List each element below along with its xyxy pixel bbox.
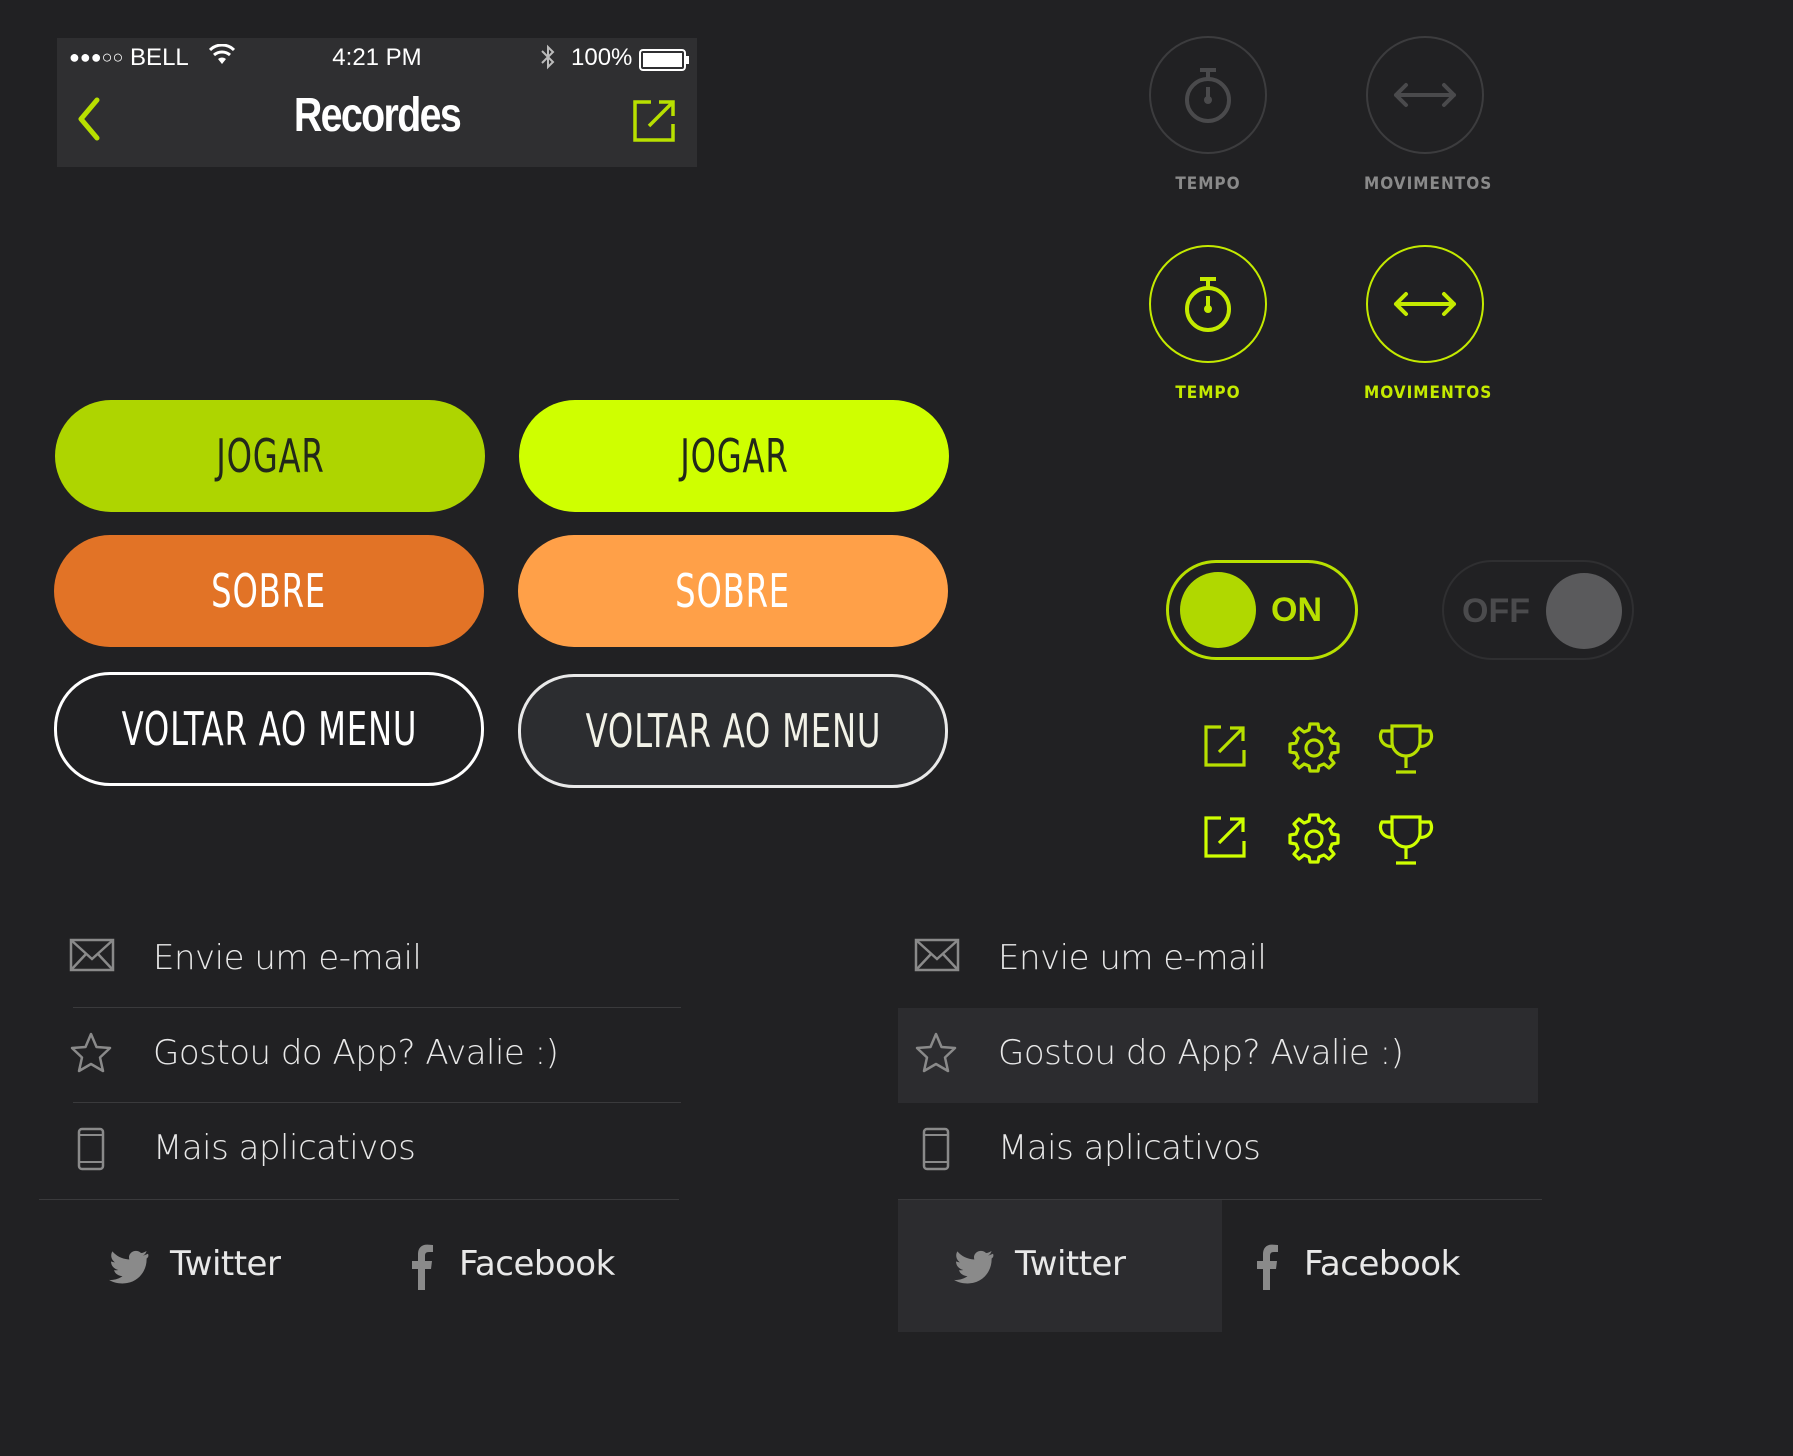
mode-moves-active[interactable]: MOVIMENTOS [1364, 245, 1493, 403]
gear-icon[interactable] [1287, 720, 1341, 778]
trophy-icon[interactable] [1378, 813, 1434, 871]
mode-label-moves: MOVIMENTOS [1364, 383, 1493, 403]
chevron-left-icon[interactable] [69, 94, 109, 148]
back-to-menu-button[interactable]: VOLTAR AO MENU [54, 672, 484, 786]
envelope-icon [914, 937, 960, 977]
envelope-icon [69, 937, 115, 977]
menu-item-label: Mais aplicativos [998, 1128, 1261, 1168]
facebook-button[interactable]: Facebook [377, 1200, 697, 1332]
double-arrow-icon [1366, 36, 1484, 154]
twitter-icon [109, 1250, 149, 1288]
mode-label-time: TEMPO [1175, 174, 1241, 194]
menu-item-label: Gostou do App? Avalie :) [153, 1033, 559, 1073]
menu-item-email[interactable]: Envie um e-mail [57, 913, 697, 1008]
about-button[interactable]: SOBRE [54, 535, 484, 647]
star-icon [69, 1032, 113, 1078]
share-icon[interactable] [1203, 815, 1247, 863]
mode-moves-inactive[interactable]: MOVIMENTOS [1364, 36, 1493, 194]
phone-icon [77, 1127, 105, 1175]
menu-item-label: Gostou do App? Avalie :) [998, 1033, 1404, 1073]
battery-icon [639, 49, 691, 78]
trophy-icon[interactable] [1378, 722, 1434, 780]
toggle-on[interactable]: ON [1166, 560, 1358, 660]
mode-label-moves: MOVIMENTOS [1364, 174, 1493, 194]
facebook-label: Facebook [459, 1244, 615, 1284]
share-icon[interactable] [631, 98, 677, 148]
facebook-button[interactable]: Facebook [1222, 1200, 1542, 1332]
menu-item-label: Mais aplicativos [153, 1128, 416, 1168]
toggle-on-label: ON [1271, 591, 1322, 629]
menu-item-rate[interactable]: Gostou do App? Avalie :) [57, 1008, 697, 1103]
about-button-pressed[interactable]: SOBRE [518, 535, 948, 647]
back-to-menu-button-pressed[interactable]: VOLTAR AO MENU [518, 674, 948, 788]
bluetooth-icon [539, 44, 557, 77]
stopwatch-icon [1149, 36, 1267, 154]
star-icon [914, 1032, 958, 1078]
menu-item-email[interactable]: Envie um e-mail [902, 913, 1542, 1008]
twitter-label: Twitter [1015, 1244, 1126, 1284]
play-button-pressed[interactable]: JOGAR [519, 400, 949, 512]
facebook-icon [1256, 1244, 1278, 1294]
menu-item-more-apps[interactable]: Mais aplicativos [57, 1103, 697, 1198]
play-button[interactable]: JOGAR [55, 400, 485, 512]
mode-time-active[interactable]: TEMPO [1147, 245, 1269, 403]
nav-bar: ●●●○○ BELL 4:21 PM 100% Recordes [57, 38, 697, 167]
toggle-knob [1180, 572, 1256, 648]
toggle-off-label: OFF [1462, 592, 1530, 630]
mode-label-time: TEMPO [1175, 383, 1241, 403]
twitter-label: Twitter [170, 1244, 281, 1284]
page-title: Recordes [293, 89, 462, 142]
menu-item-rate-highlighted[interactable]: Gostou do App? Avalie :) [898, 1008, 1538, 1103]
twitter-button[interactable]: Twitter [57, 1200, 377, 1332]
menu-item-label: Envie um e-mail [998, 938, 1267, 978]
facebook-label: Facebook [1304, 1244, 1460, 1284]
twitter-button-highlighted[interactable]: Twitter [898, 1200, 1222, 1332]
battery-percent: 100% [571, 44, 633, 71]
menu-item-label: Envie um e-mail [153, 938, 422, 978]
stopwatch-icon [1149, 245, 1267, 363]
toggle-knob [1546, 573, 1622, 649]
status-bar: ●●●○○ BELL 4:21 PM 100% [57, 38, 697, 80]
twitter-icon [954, 1250, 994, 1288]
gear-icon[interactable] [1287, 811, 1341, 869]
phone-icon [922, 1127, 950, 1175]
share-icon[interactable] [1203, 724, 1247, 772]
double-arrow-icon [1366, 245, 1484, 363]
menu-item-more-apps[interactable]: Mais aplicativos [902, 1103, 1542, 1198]
facebook-icon [411, 1244, 433, 1294]
mode-time-inactive[interactable]: TEMPO [1147, 36, 1269, 194]
toggle-off[interactable]: OFF [1442, 560, 1634, 660]
